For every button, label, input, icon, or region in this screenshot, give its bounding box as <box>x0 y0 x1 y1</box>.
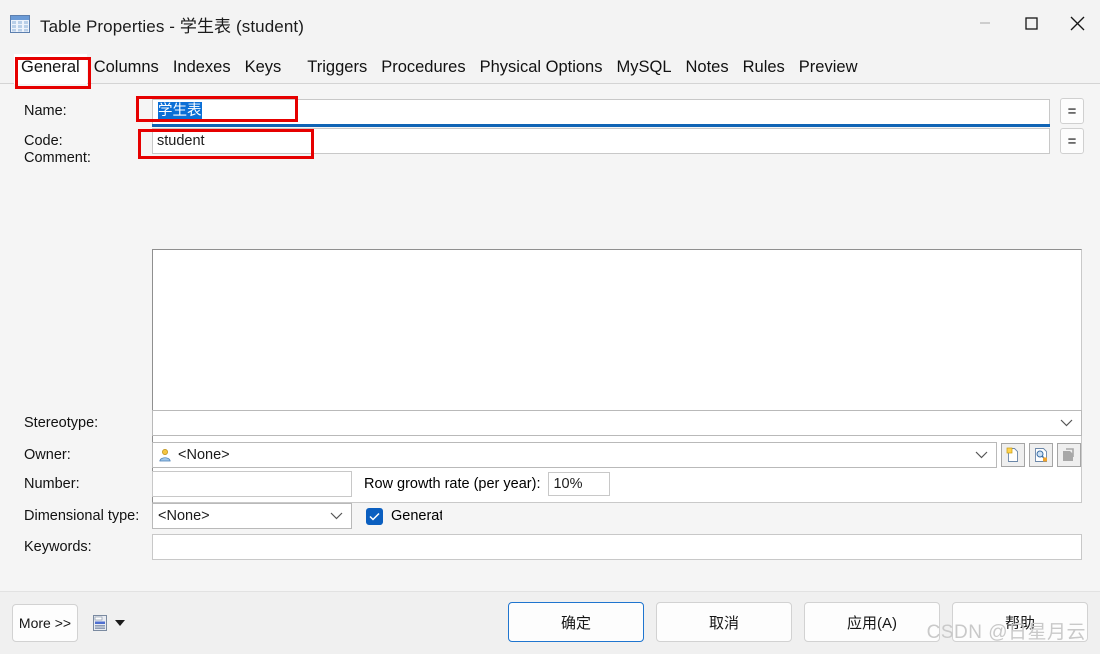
tab-indexes[interactable]: Indexes <box>166 54 238 84</box>
properties-icon[interactable] <box>1029 443 1053 467</box>
tab-strip: General Columns Indexes Keys Triggers Pr… <box>0 48 1100 84</box>
owner-value: <None> <box>178 447 230 463</box>
owner-label: Owner: <box>24 447 71 463</box>
stereotype-label: Stereotype: <box>24 415 99 431</box>
comment-row: Comment: <box>0 150 1100 166</box>
more-button[interactable]: More >> <box>12 604 78 642</box>
table-properties-dialog: Table Properties - 学生表 (student) General… <box>0 0 1100 654</box>
owner-row: Owner: <None> <box>0 442 1100 468</box>
keywords-input[interactable] <box>152 534 1082 560</box>
tab-columns[interactable]: Columns <box>87 54 166 84</box>
dimensional-type-combo[interactable]: <None> <box>152 503 352 529</box>
name-label: Name: <box>24 103 67 119</box>
chevron-down-icon <box>1060 416 1079 430</box>
code-label: Code: <box>24 133 63 149</box>
generate-label: Generate <box>391 508 442 524</box>
keywords-row: Keywords: <box>0 534 1100 560</box>
apply-button[interactable]: 应用(A) <box>804 602 940 642</box>
comment-label: Comment: <box>24 150 91 166</box>
maximize-icon[interactable] <box>1008 0 1054 46</box>
window-title: Table Properties - 学生表 (student) <box>40 16 304 36</box>
chevron-down-icon <box>330 509 349 523</box>
delete-icon <box>1057 443 1081 467</box>
generate-checkbox[interactable]: Generate <box>366 507 442 525</box>
watermark: CSDN @日星月云 <box>926 622 1086 643</box>
table-icon <box>10 15 30 33</box>
tab-rules[interactable]: Rules <box>736 54 792 84</box>
stereotype-combo[interactable] <box>152 410 1082 436</box>
dimensional-type-value: <None> <box>158 508 210 524</box>
checkmark-icon <box>366 507 383 525</box>
owner-combo[interactable]: <None> <box>152 442 997 468</box>
tab-procedures[interactable]: Procedures <box>374 54 472 84</box>
close-icon[interactable] <box>1054 0 1100 46</box>
number-row: Number: Row growth rate (per year): 10% <box>0 471 1100 497</box>
tab-triggers[interactable]: Triggers <box>300 54 374 84</box>
tab-mysql[interactable]: MySQL <box>609 54 678 84</box>
tab-physical-options[interactable]: Physical Options <box>473 54 610 84</box>
row-growth-input[interactable]: 10% <box>548 472 611 496</box>
general-tab-panel: Name: 学生表 = Code: student = Comment: Ste… <box>0 84 1100 591</box>
user-icon <box>158 448 172 462</box>
name-row: Name: 学生表 = <box>0 98 1100 127</box>
report-dropdown-icon[interactable] <box>115 620 125 626</box>
report-icon[interactable] <box>92 615 108 631</box>
title-bar: Table Properties - 学生表 (student) <box>0 0 1100 48</box>
minimize-icon[interactable] <box>962 0 1008 46</box>
tab-keys[interactable]: Keys <box>238 54 289 84</box>
create-icon[interactable] <box>1001 443 1025 467</box>
dimensional-type-label: Dimensional type: <box>24 508 140 524</box>
name-input[interactable]: 学生表 <box>152 98 1050 127</box>
number-input[interactable] <box>152 471 352 497</box>
stereotype-row: Stereotype: <box>0 410 1100 436</box>
keywords-label: Keywords: <box>24 539 92 555</box>
name-focus-underline <box>152 123 1050 127</box>
window-controls <box>962 0 1100 46</box>
tab-notes[interactable]: Notes <box>679 54 736 84</box>
tab-general[interactable]: General <box>14 54 87 84</box>
cancel-button[interactable]: 取消 <box>656 602 792 642</box>
name-input-value: 学生表 <box>158 101 202 121</box>
chevron-down-icon <box>975 448 994 462</box>
number-label: Number: <box>24 476 80 492</box>
ok-button[interactable]: 确定 <box>508 602 644 642</box>
tab-preview[interactable]: Preview <box>792 54 865 84</box>
row-growth-label: Row growth rate (per year): <box>364 476 541 492</box>
name-sync-button[interactable]: = <box>1060 98 1084 124</box>
dimensional-type-row: Dimensional type: <None> Generate <box>0 503 1100 529</box>
